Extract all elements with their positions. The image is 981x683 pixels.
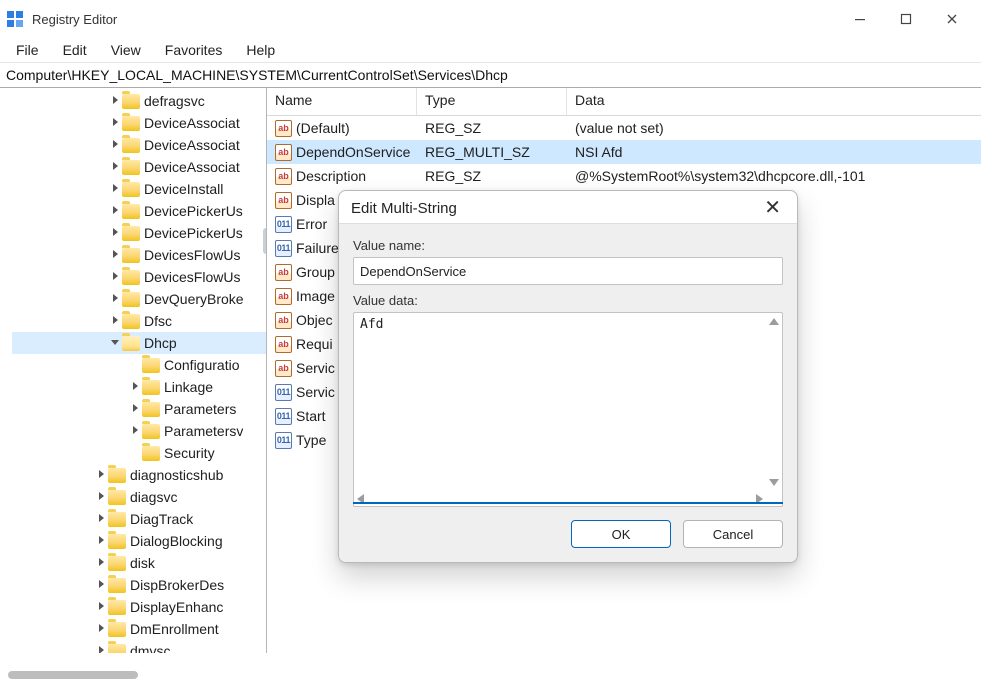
edit-multistring-dialog: Edit Multi-String ✕ Value name: Value da… xyxy=(338,190,798,563)
textarea-scroll-down-icon[interactable] xyxy=(769,479,779,486)
textarea-accent-underline xyxy=(353,502,783,510)
ok-button[interactable]: OK xyxy=(571,520,671,548)
value-name-input xyxy=(353,257,783,285)
dialog-title: Edit Multi-String xyxy=(351,200,457,217)
value-name-label: Value name: xyxy=(353,238,783,253)
value-data-label: Value data: xyxy=(353,293,783,308)
cancel-button[interactable]: Cancel xyxy=(683,520,783,548)
textarea-scroll-up-icon[interactable] xyxy=(769,318,779,325)
value-data-textarea[interactable] xyxy=(353,312,783,507)
modal-overlay: Edit Multi-String ✕ Value name: Value da… xyxy=(0,0,981,683)
dialog-close-button[interactable]: ✕ xyxy=(760,199,785,217)
